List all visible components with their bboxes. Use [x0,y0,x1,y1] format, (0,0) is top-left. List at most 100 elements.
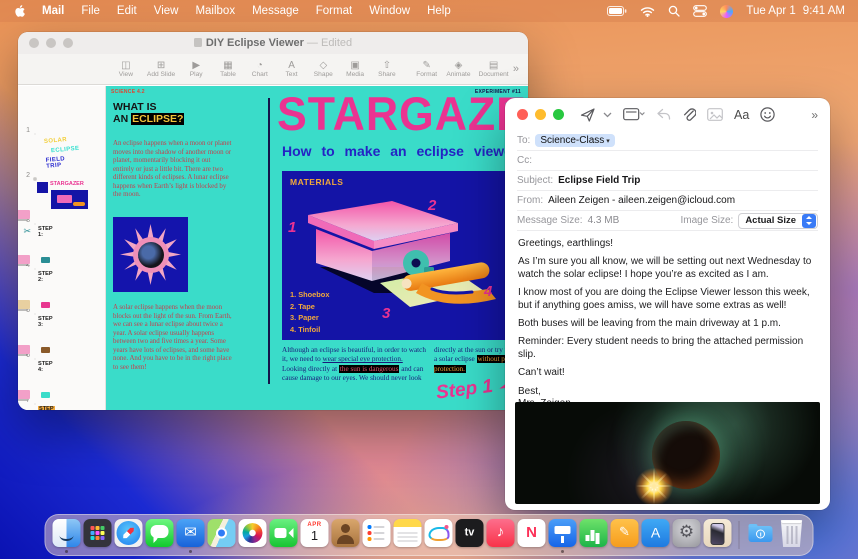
dock-trash[interactable] [778,519,806,551]
dock-numbers[interactable] [580,519,608,551]
menu-message[interactable]: Message [252,5,299,17]
materials-item: 4. Tinfoil [290,324,329,335]
play-button[interactable]: ▶Play [180,60,212,79]
format-button[interactable]: ✎Format [411,60,443,79]
dock-settings[interactable] [673,519,701,551]
battery-icon[interactable] [607,6,627,16]
slide-thumbnail-1[interactable]: 1 SOLAR ECLIPSE FIELD TRIP [18,91,105,136]
to-field[interactable]: To: Science-Class▾ [517,131,818,151]
dock-iphone-mirroring[interactable] [704,519,732,551]
wifi-icon[interactable] [640,6,655,17]
dock-news[interactable]: N [518,519,546,551]
header-fields-button[interactable] [623,108,645,121]
reminders-icon [363,519,391,547]
dock-music[interactable] [487,519,515,551]
dock-contacts[interactable] [332,519,360,551]
emoji-button[interactable] [760,107,775,122]
menu-format[interactable]: Format [316,5,352,17]
subject-field[interactable]: Subject: Eclipse Field Trip [517,171,818,191]
dock-safari[interactable] [115,519,143,551]
attach-button[interactable] [682,107,696,122]
menu-edit[interactable]: Edit [117,5,137,17]
share-button[interactable]: ⇧Share [371,60,403,79]
slide-number: 1 [20,127,33,136]
table-icon: ▦ [223,60,232,71]
freeform-icon [425,519,453,547]
format-button[interactable]: Aa [734,108,749,122]
add-slide-icon: ⊞ [157,60,165,71]
siri-icon[interactable] [720,5,733,18]
cc-field[interactable]: Cc: [517,151,818,171]
menu-mailbox[interactable]: Mailbox [195,5,235,17]
dock-calendar[interactable]: APR1 [301,519,329,551]
slide-thumbnail-7[interactable]: 7 STEP 5: [18,361,105,406]
toolbar-overflow-button[interactable]: » [811,108,818,122]
slide-canvas[interactable]: SCIENCE 4.2 EXPERIMENT #11 WHAT IS AN EC… [106,86,528,410]
table-button[interactable]: ▦Table [212,60,244,79]
menu-file[interactable]: File [81,5,100,17]
materials-list: 1. Shoebox 2. Tape 3. Paper 4. Tinfoil [290,289,329,335]
recipient-token[interactable]: Science-Class▾ [535,134,614,147]
dock-photos[interactable] [239,519,267,551]
chart-button[interactable]: ◔Chart [244,60,276,79]
body-paragraph: Reminder: Every student needs to bring t… [518,336,817,361]
dock-freeform[interactable] [425,519,453,551]
signature-line: Best, [518,386,817,398]
slide-thumbnail-4[interactable]: 4 STEP 2: [18,226,105,271]
body-paragraph: Greetings, earthlings! [518,238,817,250]
dock-maps[interactable] [208,519,236,551]
insert-photo-button[interactable] [707,108,723,121]
eclipse-photo-attachment[interactable] [515,402,820,504]
message-size-value: 4.3 MB [588,215,620,226]
zoom-button[interactable] [553,109,564,120]
dock-downloads[interactable] [747,519,775,551]
dock-keynote[interactable] [549,519,577,551]
mail-toolbar[interactable]: Aa » [505,98,830,131]
media-button[interactable]: ▣Media [339,60,371,79]
dock-pages[interactable] [611,519,639,551]
dock-appstore[interactable]: A [642,519,670,551]
slide-thumbnail-8[interactable]: DID YOU KNOW [18,406,105,410]
dock-messages[interactable] [146,519,174,551]
text-button[interactable]: AText [276,60,308,79]
menu-bar-clock[interactable]: Tue Apr 1 9:41 AM [746,5,845,17]
add-slide-button[interactable]: ⊞Add Slide [142,60,181,79]
search-icon[interactable] [668,5,680,17]
message-body[interactable]: Greetings, earthlings! As I’m sure you a… [505,231,830,410]
menu-help[interactable]: Help [427,5,451,17]
send-button[interactable] [580,107,596,123]
document-button[interactable]: ▤Document [474,60,513,79]
from-field[interactable]: From: Aileen Zeigen - aileen.zeigen@iclo… [517,191,818,211]
apple-menu-icon[interactable] [13,4,26,18]
course-tag: SCIENCE 4.2 [111,89,145,95]
mail-header-fields: To: Science-Class▾ Cc: Subject: Eclipse … [505,131,830,231]
animate-button[interactable]: ◈Animate [443,60,475,79]
slide-thumbnail-5[interactable]: 5 STEP 3: [18,271,105,316]
dock-facetime[interactable] [270,519,298,551]
clock-time: 9:41 AM [803,5,845,17]
minimize-button[interactable] [535,109,546,120]
close-button[interactable] [517,109,528,120]
dock-divider [739,521,740,549]
active-app-menu[interactable]: Mail [42,5,64,17]
menu-view[interactable]: View [154,5,179,17]
document-proxy-icon[interactable] [194,38,202,47]
dock-launchpad[interactable] [84,519,112,551]
image-size-select[interactable]: Actual Size [738,213,818,229]
toolbar-overflow-button[interactable]: » [513,63,519,75]
view-button[interactable]: ◫View [110,60,142,79]
dock-notes[interactable] [394,519,422,551]
system-settings-icon [673,519,701,547]
send-options-chevron-icon[interactable] [603,112,612,118]
reply-button[interactable] [656,108,671,121]
control-center-icon[interactable] [693,5,707,17]
dock-finder[interactable] [53,519,81,551]
dock-mail[interactable] [177,519,205,551]
dock-reminders[interactable] [363,519,391,551]
slide-thumbnail-6[interactable]: 6 STEP 4: [18,316,105,361]
keynote-title-bar[interactable]: DIY Eclipse Viewer — Edited [18,32,528,54]
shape-button[interactable]: ◇Shape [307,60,339,79]
menu-window[interactable]: Window [369,5,410,17]
keynote-toolbar: ◫View ⊞Add Slide ▶Play ▦Table ◔Chart ATe… [18,54,528,85]
dock-tv[interactable]: tv [456,519,484,551]
